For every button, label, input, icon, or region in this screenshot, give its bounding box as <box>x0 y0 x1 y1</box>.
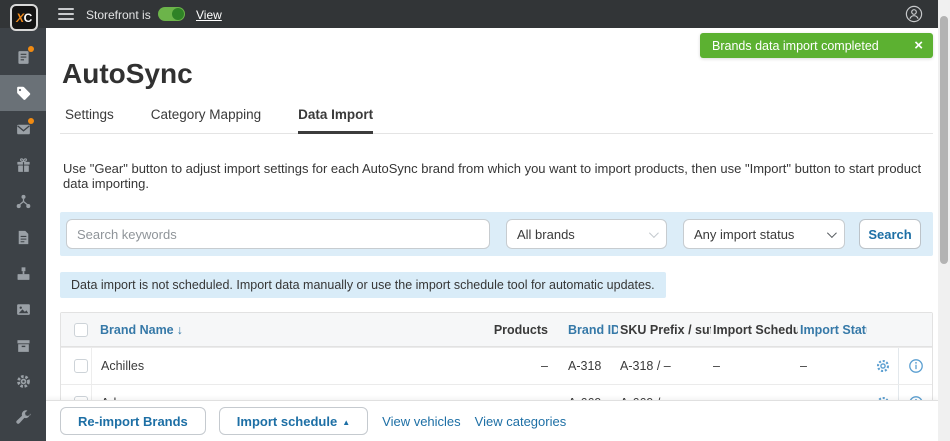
sidebar-item-promotions[interactable] <box>0 147 46 183</box>
hamburger-menu-icon[interactable] <box>58 8 74 20</box>
row-checkbox[interactable] <box>73 359 88 373</box>
search-button[interactable]: Search <box>859 219 921 249</box>
chevron-down-icon <box>648 227 659 238</box>
reimport-brands-button[interactable]: Re-import Brands <box>60 407 206 435</box>
scrollbar-track[interactable] <box>938 0 950 441</box>
brand-name-cell: Achilles <box>91 348 484 384</box>
import-schedule-cell: – <box>713 359 720 373</box>
sidebar-item-settings[interactable] <box>0 363 46 399</box>
sidebar <box>0 28 46 441</box>
column-sku-prefix-suffix: SKU Prefix / suffix <box>620 322 711 337</box>
notification-badge <box>28 118 34 124</box>
status-filter-select[interactable]: Any import status <box>683 219 845 249</box>
column-products: Products <box>493 322 548 337</box>
box-icon <box>16 339 30 352</box>
tab-data-import[interactable]: Data Import <box>298 107 374 134</box>
image-icon <box>16 303 30 315</box>
wrench-icon <box>15 409 31 424</box>
app-window: Storefront is View XC Brands data import… <box>0 0 950 441</box>
sidebar-item-messages[interactable] <box>0 111 46 147</box>
brand-filter-select[interactable]: All brands <box>506 219 667 249</box>
document-icon <box>18 230 28 244</box>
app-logo[interactable]: XC <box>10 4 38 31</box>
tab-bar: Settings Category Mapping Data Import <box>60 107 933 134</box>
page-title: AutoSync <box>62 58 193 89</box>
user-account-icon[interactable] <box>905 5 923 23</box>
scrollbar-thumb[interactable] <box>940 16 948 264</box>
sku-cell: A-318 / – <box>620 359 671 373</box>
gear-icon <box>16 374 30 388</box>
notification-badge <box>28 46 34 52</box>
toggle-knob <box>172 8 184 20</box>
toast-message: Brands data import completed <box>712 38 879 53</box>
status-filter-value: Any import status <box>694 226 795 242</box>
table-header-row: Brand Name ↓ Products Brand ID SKU Prefix… <box>61 313 932 347</box>
caret-up-icon: ▲ <box>342 417 351 427</box>
storefront-toggle[interactable] <box>158 7 185 21</box>
gift-icon <box>16 157 30 172</box>
module-icon <box>17 266 29 280</box>
search-input[interactable] <box>66 219 490 249</box>
table-row: Achilles – A-318 A-318 / – – – <box>61 347 932 384</box>
sidebar-item-inventory[interactable] <box>0 327 46 363</box>
sidebar-item-connections[interactable] <box>0 183 46 219</box>
column-import-schedule: Import Schedule <box>713 322 798 337</box>
main-content: Brands data import completed × AutoSync … <box>46 28 938 441</box>
import-schedule-button[interactable]: Import schedule ▲ <box>218 407 369 435</box>
sidebar-item-orders[interactable] <box>0 39 46 75</box>
row-info-icon[interactable] <box>898 348 932 384</box>
view-storefront-link[interactable]: View <box>196 8 222 22</box>
sidebar-item-documents[interactable] <box>0 219 46 255</box>
sticky-action-bar: Re-import Brands Import schedule ▲ View v… <box>46 400 938 441</box>
hub-icon <box>16 194 30 208</box>
filter-bar: All brands Any import status Search <box>60 212 933 256</box>
storefront-label: Storefront is <box>86 8 151 22</box>
brand-filter-value: All brands <box>517 226 575 242</box>
page-description: Use "Gear" button to adjust import setti… <box>63 161 922 191</box>
top-bar: Storefront is View <box>0 0 938 28</box>
success-toast: Brands data import completed × <box>700 33 933 58</box>
tag-icon <box>16 86 30 100</box>
sidebar-nav <box>0 39 46 435</box>
column-import-status[interactable]: Import Status <box>798 323 867 337</box>
view-vehicles-link[interactable]: View vehicles <box>382 414 461 429</box>
schedule-info-alert: Data import is not scheduled. Import dat… <box>60 272 666 298</box>
column-brand-name[interactable]: Brand Name <box>100 323 174 337</box>
brand-id-cell: A-318 <box>568 359 602 373</box>
products-cell: – <box>541 359 548 373</box>
column-brand-id[interactable]: Brand ID <box>554 323 618 337</box>
tab-category-mapping[interactable]: Category Mapping <box>151 107 261 134</box>
tab-settings[interactable]: Settings <box>65 107 114 134</box>
row-gear-icon[interactable] <box>867 348 898 384</box>
sidebar-item-modules[interactable] <box>0 255 46 291</box>
toast-close-icon[interactable]: × <box>914 38 923 53</box>
sort-descending-icon: ↓ <box>176 322 183 337</box>
sidebar-item-media[interactable] <box>0 291 46 327</box>
sidebar-item-tools[interactable] <box>0 399 46 435</box>
view-categories-link[interactable]: View categories <box>475 414 567 429</box>
chevron-down-icon <box>826 227 837 238</box>
sidebar-item-catalog[interactable] <box>0 75 46 111</box>
import-status-cell: – <box>800 359 807 373</box>
select-all-checkbox[interactable] <box>73 322 88 337</box>
